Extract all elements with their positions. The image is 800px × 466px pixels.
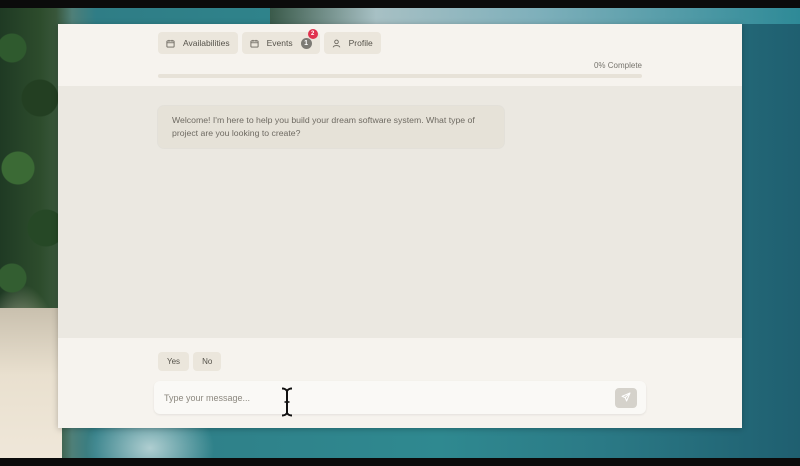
calendar-icon xyxy=(250,39,259,48)
send-button[interactable] xyxy=(615,388,637,408)
events-count-badge: 1 xyxy=(300,37,312,49)
progress-label: 0% Complete xyxy=(593,61,642,70)
tab-events[interactable]: Events 1 2 xyxy=(241,29,320,54)
app-header: Availabilities Events 1 2 Profile 0% Com… xyxy=(58,24,742,86)
message-input-box[interactable] xyxy=(154,381,646,414)
composer-area: Yes No xyxy=(58,338,742,428)
tab-label: Availabilities xyxy=(183,38,230,48)
quick-reply-no[interactable]: No xyxy=(193,352,222,371)
text-cursor-icon xyxy=(281,387,293,417)
chat-area[interactable]: Welcome! I'm here to help you build your… xyxy=(58,86,742,338)
tab-label: Events xyxy=(266,38,293,48)
message-input[interactable] xyxy=(162,389,606,407)
send-icon xyxy=(621,389,631,407)
tab-label: Profile xyxy=(348,38,373,48)
app-window: Availabilities Events 1 2 Profile 0% Com… xyxy=(58,24,742,428)
notification-badge: 2 xyxy=(307,29,318,39)
tab-profile[interactable]: Profile xyxy=(323,32,381,54)
tab-availabilities[interactable]: Availabilities xyxy=(158,32,238,54)
quick-replies: Yes No xyxy=(158,352,222,371)
calendar-icon xyxy=(166,39,175,48)
quick-reply-yes[interactable]: Yes xyxy=(158,352,190,371)
nav-tabs: Availabilities Events 1 2 Profile xyxy=(158,29,381,54)
user-icon xyxy=(332,39,341,48)
wallpaper-strip xyxy=(270,8,800,24)
progress-bar xyxy=(158,74,642,78)
assistant-message: Welcome! I'm here to help you build your… xyxy=(158,106,504,148)
